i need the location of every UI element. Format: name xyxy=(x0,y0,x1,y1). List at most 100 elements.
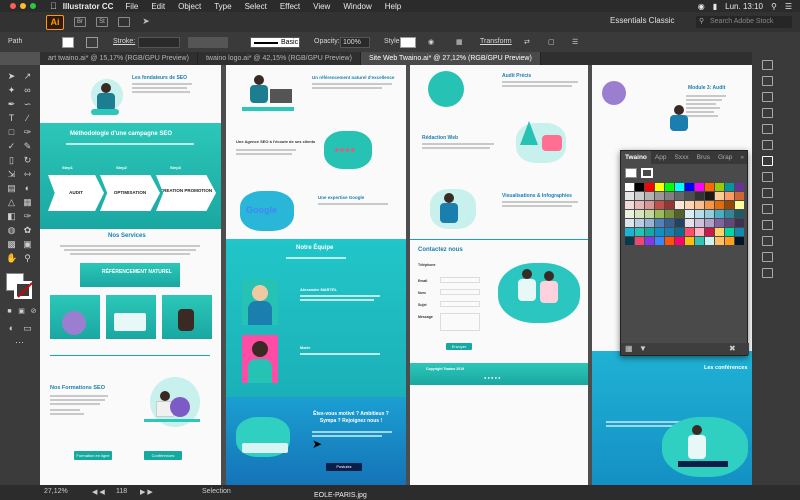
fill-swatch[interactable] xyxy=(62,37,74,48)
artboard-navigation-arrows[interactable]: ◀ ◀ xyxy=(92,488,105,496)
swatch-82[interactable] xyxy=(725,237,734,245)
service-card-1[interactable] xyxy=(50,295,100,339)
swatch-57[interactable] xyxy=(715,219,724,227)
mesh-tool-icon[interactable]: ▦ xyxy=(22,197,33,207)
hand-tool-icon[interactable]: ✋ xyxy=(6,253,17,263)
swatch-22[interactable] xyxy=(725,192,734,200)
swatch-5[interactable] xyxy=(675,183,684,191)
app-name-menu[interactable]: Illustrator CC xyxy=(63,2,114,11)
swatch-45[interactable] xyxy=(715,210,724,218)
gradient-tool-icon[interactable]: ◧ xyxy=(6,211,17,221)
swatch-16[interactable] xyxy=(665,192,674,200)
curvature-tool-icon[interactable]: ∽ xyxy=(22,99,33,109)
swatch-33[interactable] xyxy=(715,201,724,209)
stroke-swatch[interactable] xyxy=(86,37,98,48)
blend-tool-icon[interactable]: ◍ xyxy=(6,225,17,235)
swatch-39[interactable] xyxy=(655,210,664,218)
spotlight-icon[interactable]: ⚲ xyxy=(771,2,777,11)
active-swatch-fill[interactable] xyxy=(625,168,637,178)
menu-select[interactable]: Select xyxy=(245,2,267,11)
tab-app[interactable]: App xyxy=(651,151,671,164)
swatch-4[interactable] xyxy=(665,183,674,191)
swatch-40[interactable] xyxy=(665,210,674,218)
arrange-documents-icon[interactable] xyxy=(118,17,130,27)
swatch-14[interactable] xyxy=(645,192,654,200)
symbol-sprayer-icon[interactable]: ✿ xyxy=(22,225,33,235)
artboard-3[interactable]: Audit Précis Rédaction Web Visualisation… xyxy=(410,65,588,485)
swatch-49[interactable] xyxy=(635,219,644,227)
free-transform-icon[interactable]: ▤ xyxy=(6,183,17,193)
graphic-styles-icon[interactable] xyxy=(762,204,773,214)
close-window-icon[interactable] xyxy=(10,3,16,9)
swatch-65[interactable] xyxy=(675,228,684,236)
swatch-58[interactable] xyxy=(725,219,734,227)
artboard-tool-icon[interactable]: ▣ xyxy=(22,239,33,249)
shaper-tool-icon[interactable]: ✓ xyxy=(6,141,17,151)
shape-builder-icon[interactable]: ◐ xyxy=(22,183,33,193)
swatch-23[interactable] xyxy=(735,192,744,200)
menu-file[interactable]: File xyxy=(125,2,138,11)
flip-icon[interactable]: ⇄ xyxy=(524,38,530,46)
swatch-48[interactable] xyxy=(625,219,634,227)
menu-object[interactable]: Object xyxy=(178,2,201,11)
swatch-grid[interactable] xyxy=(625,183,744,245)
submit-button[interactable]: Envoyer xyxy=(446,343,472,350)
symbols-panel-icon[interactable] xyxy=(762,188,773,198)
clock[interactable]: Lun. 13:10 xyxy=(725,2,763,11)
menu-effect[interactable]: Effect xyxy=(280,2,300,11)
transform-link[interactable]: Transform xyxy=(480,38,512,45)
swatch-11[interactable] xyxy=(735,183,744,191)
direct-selection-tool-icon[interactable]: ↗ xyxy=(22,71,33,81)
brush-definition[interactable]: Basic xyxy=(250,37,300,48)
swatch-41[interactable] xyxy=(675,210,684,218)
swatch-24[interactable] xyxy=(625,201,634,209)
panel-menu-icon[interactable]: » xyxy=(736,151,748,164)
magic-wand-icon[interactable]: ✦ xyxy=(6,85,17,95)
swatch-38[interactable] xyxy=(645,210,654,218)
scale-tool-icon[interactable]: ⇲ xyxy=(6,169,17,179)
apple-menu-icon[interactable]:  xyxy=(50,1,57,11)
tab-brushes[interactable]: Brus xyxy=(693,151,714,164)
swatch-12[interactable] xyxy=(625,192,634,200)
stock-search-input[interactable]: ⚲ Search Adobe Stock xyxy=(696,16,792,28)
libraries-icon[interactable]: ▦ xyxy=(625,344,633,353)
swatch-72[interactable] xyxy=(625,237,634,245)
swatch-59[interactable] xyxy=(735,219,744,227)
color-guide-icon[interactable] xyxy=(762,108,773,118)
swatch-60[interactable] xyxy=(625,228,634,236)
layers-panel-icon[interactable] xyxy=(762,236,773,246)
swatch-1[interactable] xyxy=(635,183,644,191)
swatch-34[interactable] xyxy=(725,201,734,209)
swatch-50[interactable] xyxy=(645,219,654,227)
draw-mode-icon[interactable]: ◐ xyxy=(6,323,17,333)
eraser-icon[interactable]: ▯ xyxy=(6,155,17,165)
notification-center-icon[interactable]: ☰ xyxy=(785,2,792,11)
screen-mode-icon[interactable]: ▭ xyxy=(22,323,33,333)
brushes-panel-icon[interactable] xyxy=(762,172,773,182)
swatch-7[interactable] xyxy=(695,183,704,191)
lasso-icon[interactable]: ∞ xyxy=(22,85,33,95)
tab-site-web-twaino[interactable]: Site Web Twaino.ai* @ 27,12% (RGB/GPU Pr… xyxy=(360,52,541,65)
active-swatch-stroke[interactable] xyxy=(641,168,653,178)
swatch-2[interactable] xyxy=(645,183,654,191)
tab-sxxx[interactable]: Sxxx xyxy=(670,151,692,164)
stroke-color-swatch[interactable] xyxy=(14,281,32,299)
variable-width-profile[interactable] xyxy=(188,37,228,48)
swatch-73[interactable] xyxy=(635,237,644,245)
swatch-69[interactable] xyxy=(715,228,724,236)
swatch-71[interactable] xyxy=(735,228,744,236)
color-mode-icon[interactable]: ■ xyxy=(4,307,15,317)
swatch-81[interactable] xyxy=(715,237,724,245)
properties-panel-icon[interactable] xyxy=(762,60,773,70)
swatch-25[interactable] xyxy=(635,201,644,209)
swatch-32[interactable] xyxy=(705,201,714,209)
service-card-2[interactable] xyxy=(106,295,156,339)
swatch-53[interactable] xyxy=(675,219,684,227)
swatch-15[interactable] xyxy=(655,192,664,200)
rectangle-tool-icon[interactable]: □ xyxy=(6,127,17,137)
swatch-8[interactable] xyxy=(705,183,714,191)
online-training-button[interactable]: Formation en ligne xyxy=(74,451,112,460)
swatch-30[interactable] xyxy=(685,201,694,209)
swatch-68[interactable] xyxy=(705,228,714,236)
email-field[interactable] xyxy=(440,277,480,283)
